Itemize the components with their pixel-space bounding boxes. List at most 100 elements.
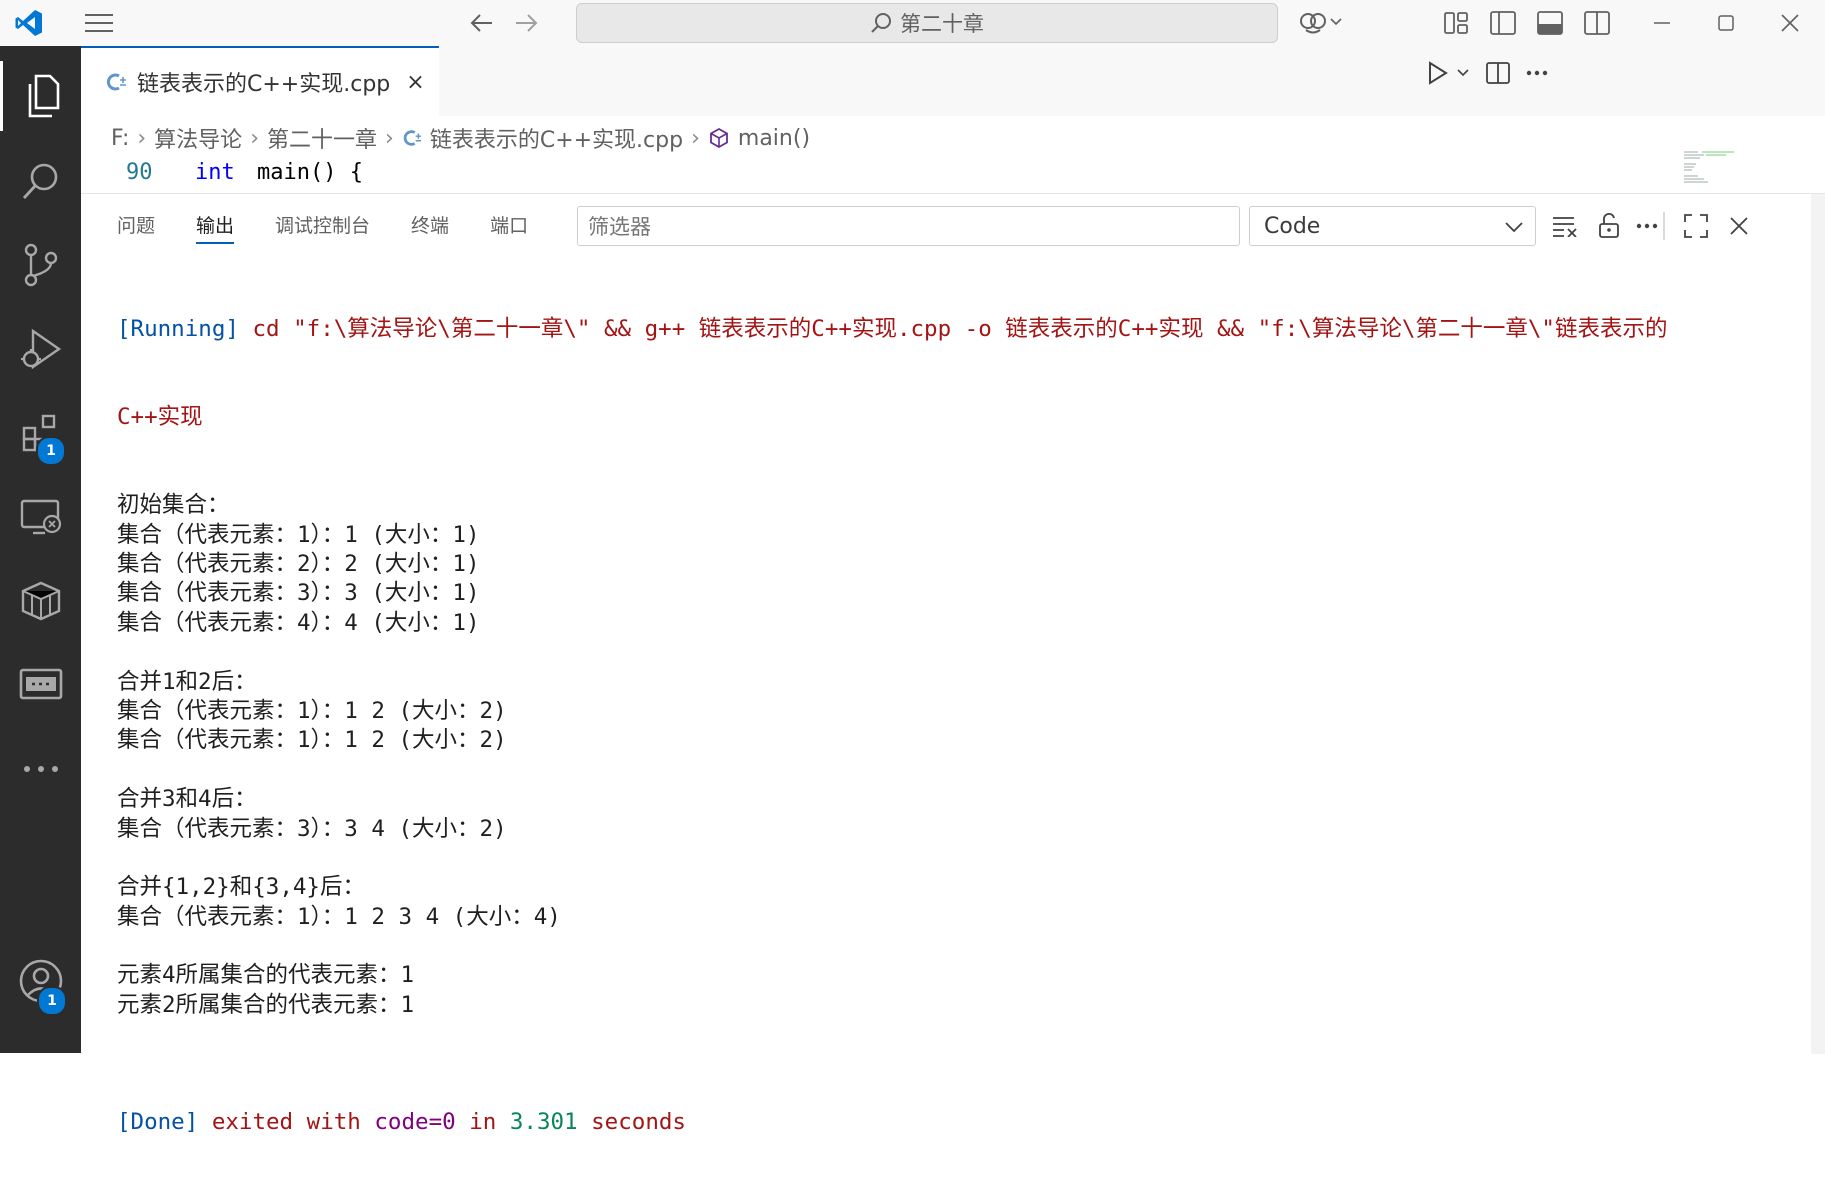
output-line: 集合（代表元素：3）：3 (大小：1) bbox=[117, 580, 480, 607]
search-icon[interactable] bbox=[0, 146, 81, 216]
maximize-icon[interactable] bbox=[1694, 0, 1758, 46]
close-window-icon[interactable] bbox=[1758, 0, 1822, 46]
toggle-secondary-sidebar-icon[interactable] bbox=[1577, 0, 1617, 46]
run-icon[interactable] bbox=[1418, 46, 1478, 100]
more-icon[interactable] bbox=[0, 734, 81, 804]
split-editor-icon[interactable] bbox=[1478, 46, 1518, 100]
breadcrumb-symbol[interactable]: main() bbox=[738, 126, 810, 151]
title-bar: 第二十章 bbox=[0, 0, 1825, 47]
breadcrumb-drive[interactable]: F: bbox=[111, 126, 129, 151]
explorer-icon[interactable] bbox=[0, 61, 81, 131]
output-lines: 初始集合： 集合（代表元素：1）：1 (大小：1) 集合（代表元素：2）：2 (大小… bbox=[117, 491, 1797, 1049]
close-panel-icon[interactable] bbox=[1719, 206, 1759, 246]
line-number: 90 bbox=[126, 160, 153, 185]
toggle-panel-icon[interactable] bbox=[1530, 0, 1570, 46]
vertical-scrollbar[interactable] bbox=[1811, 194, 1825, 1054]
maximize-panel-icon[interactable] bbox=[1676, 206, 1716, 246]
clear-output-icon[interactable] bbox=[1545, 206, 1585, 246]
output-line: 元素4所属集合的代表元素：1 bbox=[117, 962, 415, 989]
output-panel: 问题 输出 调试控制台 终端 端口 筛选器 Code [Running] cd … bbox=[81, 193, 1825, 1135]
breadcrumb-folder[interactable]: 算法导论 bbox=[154, 122, 242, 154]
output-line: 合并1和2后： bbox=[117, 668, 257, 695]
containers-icon[interactable] bbox=[0, 566, 81, 636]
lock-scroll-icon[interactable] bbox=[1589, 206, 1629, 246]
editor-tabs-bar: 链表表示的C++实现.cpp × bbox=[81, 46, 1825, 117]
search-text: 第二十章 bbox=[900, 12, 984, 36]
done-text-3: seconds bbox=[577, 1109, 686, 1136]
minimize-icon[interactable] bbox=[1630, 0, 1694, 46]
output-line: 合并{1,2}和{3,4}后： bbox=[117, 874, 365, 901]
tab-label: 链表表示的C++实现.cpp bbox=[137, 72, 391, 97]
minimap[interactable] bbox=[1684, 150, 1744, 194]
done-text-1: exited with bbox=[198, 1109, 375, 1136]
output-running-line: [Running] cd "f:\算法导论\第二十一章\" && g++ 链表表… bbox=[117, 315, 1797, 344]
chevron-down-icon bbox=[1505, 222, 1523, 232]
running-command: cd "f:\算法导论\第二十一章\" && g++ 链表表示的C++实现.cp… bbox=[238, 315, 1668, 342]
remote-explorer-icon[interactable] bbox=[0, 482, 81, 552]
output-running-line-wrap: C++实现 bbox=[117, 404, 203, 431]
cpp-file-icon bbox=[403, 130, 421, 146]
editor-code-line[interactable]: 90 int main() { bbox=[81, 151, 1825, 192]
done-code: code=0 bbox=[374, 1109, 456, 1136]
output-text[interactable]: [Running] cd "f:\算法导论\第二十一章\" && g++ 链表表… bbox=[117, 256, 1797, 1197]
output-line: 合并3和4后： bbox=[117, 786, 257, 813]
output-line: 集合（代表元素：1）：1 (大小：1) bbox=[117, 521, 480, 548]
breadcrumb: F: › 算法导论 › 第二十一章 › 链表表示的C++实现.cpp › mai… bbox=[81, 116, 1825, 160]
vscode-logo-icon bbox=[6, 0, 52, 46]
running-tag: [Running] bbox=[117, 315, 239, 342]
output-line: 元素2所属集合的代表元素：1 bbox=[117, 991, 415, 1018]
activity-bar: 1 1 bbox=[0, 46, 81, 1053]
copilot-icon[interactable] bbox=[1290, 0, 1350, 46]
close-tab-icon[interactable]: × bbox=[406, 70, 424, 95]
chevron-right-icon: › bbox=[250, 125, 259, 151]
breadcrumb-subfolder[interactable]: 第二十一章 bbox=[267, 122, 377, 154]
chevron-right-icon: › bbox=[691, 125, 700, 151]
output-done-line: [Done] exited with code=0 in 3.301 secon… bbox=[117, 1108, 1797, 1137]
done-tag: [Done] bbox=[117, 1109, 199, 1136]
search-icon bbox=[871, 13, 891, 33]
output-channel-value: Code bbox=[1264, 213, 1321, 239]
run-debug-icon[interactable] bbox=[0, 314, 81, 384]
output-line: 初始集合： bbox=[117, 492, 230, 519]
breadcrumb-file[interactable]: 链表表示的C++实现.cpp bbox=[430, 122, 683, 154]
extensions-badge: 1 bbox=[36, 436, 66, 466]
tab-output[interactable]: 输出 bbox=[196, 194, 235, 254]
toggle-primary-sidebar-icon[interactable] bbox=[1483, 0, 1523, 46]
code-text: main() { bbox=[257, 160, 363, 185]
customize-layout-icon[interactable] bbox=[1436, 0, 1476, 46]
panel-tabs: 问题 输出 调试控制台 终端 端口 bbox=[117, 194, 569, 254]
more-actions-icon[interactable] bbox=[1517, 46, 1557, 100]
menu-icon[interactable] bbox=[72, 0, 126, 46]
extensions-icon[interactable]: 1 bbox=[0, 398, 81, 468]
output-line: 集合（代表元素：1）：1 2 3 4 (大小：4) bbox=[117, 903, 561, 930]
tab-terminal[interactable]: 终端 bbox=[411, 194, 449, 254]
editor-tab[interactable]: 链表表示的C++实现.cpp × bbox=[81, 46, 439, 116]
divider-icon bbox=[1659, 206, 1669, 246]
accounts-icon[interactable]: 1 bbox=[0, 946, 81, 1016]
command-center-search[interactable]: 第二十章 bbox=[576, 3, 1278, 43]
tab-ports[interactable]: 端口 bbox=[490, 194, 528, 254]
back-arrow-icon[interactable] bbox=[462, 0, 502, 46]
done-text-2: in bbox=[455, 1109, 510, 1136]
accounts-badge: 1 bbox=[37, 986, 67, 1016]
done-time: 3.301 bbox=[509, 1109, 578, 1136]
output-line: 集合（代表元素：4）：4 (大小：1) bbox=[117, 609, 480, 636]
output-line: 集合（代表元素：1）：1 2 (大小：2) bbox=[117, 697, 507, 724]
output-line: 集合（代表元素：1）：1 2 (大小：2) bbox=[117, 727, 507, 754]
chevron-right-icon: › bbox=[385, 125, 394, 151]
cpp-file-icon bbox=[106, 73, 126, 91]
tab-debug-console[interactable]: 调试控制台 bbox=[275, 194, 370, 254]
filter-input[interactable]: 筛选器 bbox=[577, 206, 1240, 246]
output-line: 集合（代表元素：3）：3 4 (大小：2) bbox=[117, 815, 507, 842]
remote-window-icon[interactable] bbox=[0, 650, 81, 720]
source-control-icon[interactable] bbox=[0, 230, 81, 300]
forward-arrow-icon[interactable] bbox=[506, 0, 546, 46]
output-channel-select[interactable]: Code bbox=[1249, 206, 1536, 246]
method-icon bbox=[709, 127, 728, 149]
tab-problems[interactable]: 问题 bbox=[117, 194, 155, 254]
